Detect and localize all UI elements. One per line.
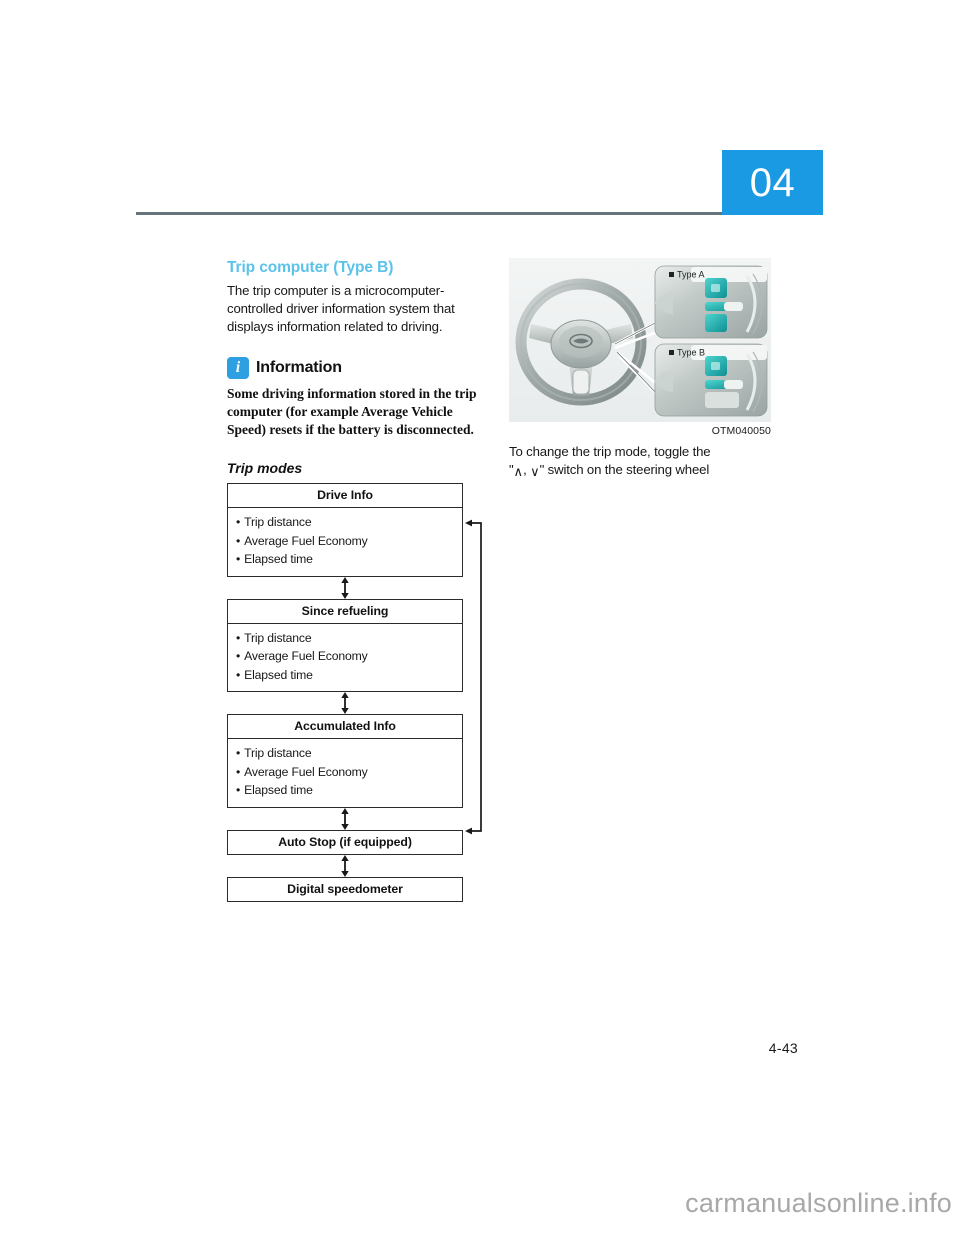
- flow-bullet: Average Fuel Economy: [236, 763, 462, 782]
- figure-image-id: OTM040050: [711, 425, 771, 437]
- information-callout: i Information Some driving information s…: [227, 357, 485, 439]
- steering-wheel-figure: Type A Type B OTM040050: [509, 258, 771, 437]
- caption-line-1: To change the trip mode, toggle the: [509, 444, 711, 459]
- flow-node-accumulated-info: Accumulated Info Trip distance Average F…: [227, 714, 463, 809]
- type-b-label: Type B: [677, 348, 705, 358]
- page-number: 4-43: [768, 1040, 798, 1056]
- flow-bullet: Average Fuel Economy: [236, 532, 462, 551]
- information-header: i Information: [227, 357, 485, 380]
- double-arrow-icon: [341, 855, 349, 878]
- watermark: carmanualsonline.info: [685, 1188, 952, 1218]
- right-column: Type A Type B OTM040050 To change the tr…: [509, 258, 771, 494]
- flow-bullet: Trip distance: [236, 629, 462, 648]
- flow-node-since-refueling: Since refueling Trip distance Average Fu…: [227, 598, 463, 693]
- information-title: Information: [256, 359, 342, 377]
- information-body: Some driving information stored in the t…: [227, 386, 477, 438]
- flow-node-title: Since refueling: [228, 600, 462, 624]
- type-a-panel: Type A: [654, 265, 768, 339]
- flow-node-body: Trip distance Average Fuel Economy Elaps…: [228, 508, 462, 576]
- trip-modes-heading: Trip modes: [227, 460, 303, 477]
- flow-feedback-loop: [463, 483, 485, 902]
- figure-caption-text: To change the trip mode, toggle the "∧, …: [509, 443, 771, 481]
- flow-node-body: Trip distance Average Fuel Economy Elaps…: [228, 739, 462, 807]
- steering-wheel-image: Type A Type B: [509, 258, 771, 422]
- steering-wheel-illustration: Type A Type B: [509, 258, 771, 422]
- flow-connector-arrow: [227, 576, 463, 599]
- chevron-up-icon: ∧: [513, 463, 524, 479]
- flow-bullet: Elapsed time: [236, 781, 462, 800]
- type-a-label: Type A: [677, 270, 705, 280]
- feedback-loop-icon: [465, 519, 482, 835]
- double-arrow-icon: [341, 576, 349, 599]
- info-icon: i: [227, 357, 249, 380]
- flow-bullet: Elapsed time: [236, 550, 462, 569]
- flow-node-digital-speedometer: Digital speedometer: [227, 877, 463, 903]
- caption-line-2-suffix: " switch on the steering wheel: [539, 461, 710, 477]
- flow-node-title: Accumulated Info: [228, 715, 462, 740]
- flow-node-body: Trip distance Average Fuel Economy Elaps…: [228, 624, 462, 692]
- double-arrow-icon: [341, 808, 349, 831]
- type-b-panel: Type B: [654, 343, 768, 417]
- flow-connector-arrow: [227, 692, 463, 715]
- chevron-down-icon: ∨: [530, 463, 540, 479]
- flow-node-title: Drive Info: [228, 484, 462, 509]
- flow-bullet: Trip distance: [236, 513, 462, 532]
- flow-connector-arrow: [227, 808, 463, 831]
- caption-separator: ,: [523, 461, 531, 477]
- flow-node-auto-stop: Auto Stop (if equipped): [227, 830, 463, 856]
- intro-paragraph: The trip computer is a microcomputer-con…: [227, 283, 455, 335]
- flow-bullet: Trip distance: [236, 744, 462, 763]
- flow-node-title: Digital speedometer: [287, 882, 403, 897]
- flow-node-title: Auto Stop (if equipped): [278, 835, 412, 850]
- flow-connector-arrow: [227, 855, 463, 878]
- section-heading: Trip computer (Type B): [227, 259, 394, 276]
- flow-node-drive-info: Drive Info Trip distance Average Fuel Ec…: [227, 483, 463, 577]
- left-column: Trip computer (Type B) The trip computer…: [227, 258, 485, 903]
- double-arrow-icon: [341, 692, 349, 715]
- trip-modes-flowchart: Drive Info Trip distance Average Fuel Ec…: [227, 483, 485, 903]
- flow-bullet: Elapsed time: [236, 666, 462, 685]
- flow-bullet: Average Fuel Economy: [236, 647, 462, 666]
